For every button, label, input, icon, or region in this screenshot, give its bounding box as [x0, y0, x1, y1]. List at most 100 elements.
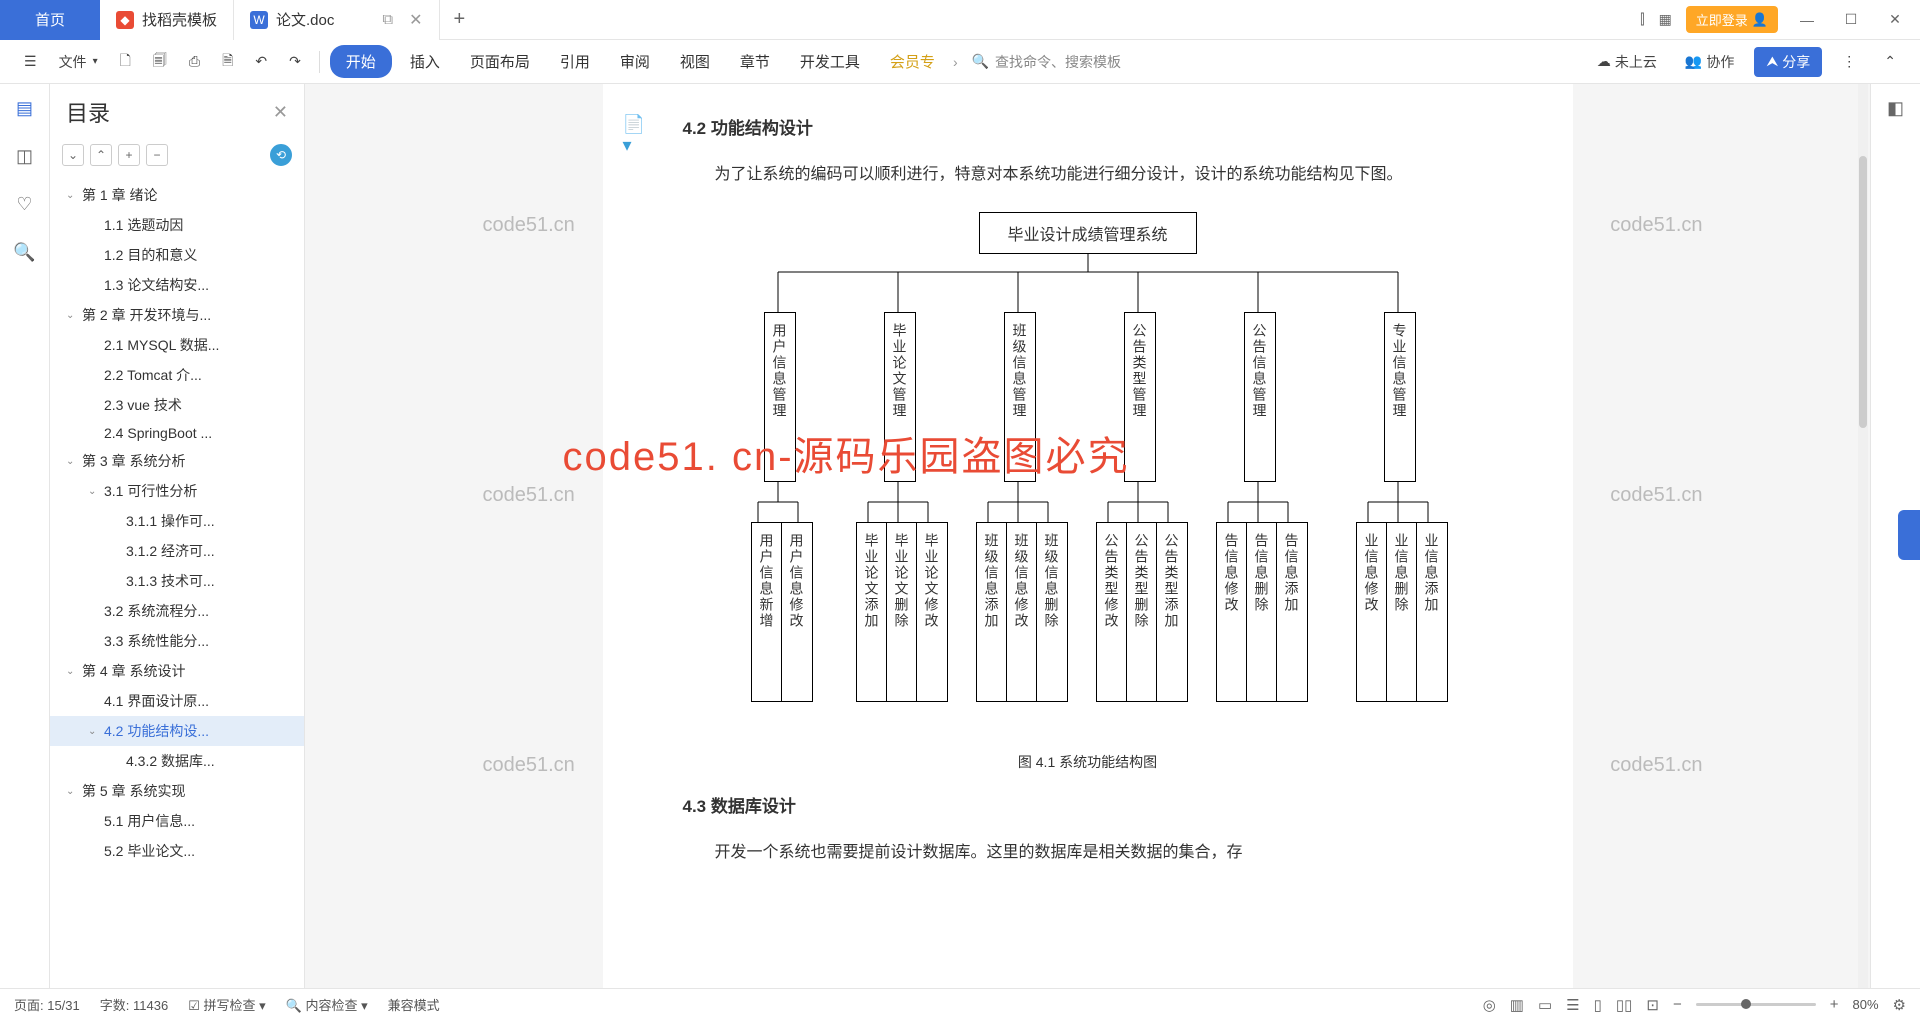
search-input[interactable]: 🔍 查找命令、搜索模板	[972, 52, 1121, 72]
scroll-thumb[interactable]	[1859, 156, 1867, 427]
outline-item[interactable]: 2.4 SpringBoot ...	[50, 420, 304, 446]
tab-document[interactable]: W 论文.doc ⧉ ✕	[234, 0, 439, 40]
redo-icon[interactable]: ↷	[281, 47, 309, 76]
outline-item-label: 3.1.3 技术可...	[126, 571, 215, 591]
outline-item[interactable]: ⌄4.2 功能结构设...	[50, 716, 304, 746]
outline-item[interactable]: ⌄3.1 可行性分析	[50, 476, 304, 506]
circle-icon[interactable]: ◎	[1483, 996, 1496, 1014]
watermark: code51.cn	[1610, 214, 1702, 237]
menu-layout[interactable]: 页面布局	[458, 45, 542, 78]
collab-button[interactable]: 👥 协作	[1677, 46, 1742, 78]
settings-icon[interactable]: ⚙	[1893, 996, 1906, 1014]
paragraph-icon[interactable]: 📄▾	[623, 114, 647, 138]
bookmark-icon[interactable]: ♡	[13, 192, 37, 216]
zoom-slider[interactable]	[1696, 1003, 1816, 1006]
apps-icon[interactable]: ▦	[1659, 11, 1672, 28]
outline-item[interactable]: 1.2 目的和意义	[50, 240, 304, 270]
zoom-thumb[interactable]	[1741, 999, 1751, 1009]
single-page-icon[interactable]: ▯	[1594, 996, 1602, 1014]
menu-vip[interactable]: 会员专	[878, 45, 947, 78]
menu-icon[interactable]: ☰	[16, 47, 45, 76]
collapse-all-icon[interactable]: ⌄	[62, 144, 84, 166]
outline-item[interactable]: 4.1 界面设计原...	[50, 686, 304, 716]
scrollbar[interactable]	[1858, 84, 1868, 988]
outline-item[interactable]: 2.2 Tomcat 介...	[50, 360, 304, 390]
zoom-level[interactable]: 80%	[1853, 997, 1879, 1012]
outline-item[interactable]: 4.3.2 数据库...	[50, 746, 304, 776]
tab-home[interactable]: 首页	[0, 0, 100, 40]
maximize-button[interactable]: ☐	[1836, 11, 1866, 28]
outline-item[interactable]: 1.1 选题动因	[50, 210, 304, 240]
preview-icon[interactable]: 🗎	[214, 44, 241, 80]
outline-item-label: 4.2 功能结构设...	[104, 721, 209, 741]
outline-item[interactable]: 3.3 系统性能分...	[50, 626, 304, 656]
outline-item[interactable]: 2.3 vue 技术	[50, 390, 304, 420]
outline-close-icon[interactable]: ✕	[273, 102, 288, 123]
two-page-icon[interactable]: ▯▯	[1616, 996, 1633, 1014]
minimize-button[interactable]: —	[1792, 12, 1822, 28]
outline-item[interactable]: 3.1.3 技术可...	[50, 566, 304, 596]
outline-item[interactable]: 5.1 用户信息...	[50, 806, 304, 836]
print-icon[interactable]: ⎙	[181, 47, 208, 76]
undo-icon[interactable]: ↶	[247, 47, 275, 76]
stats-icon[interactable]: ◫	[13, 144, 37, 168]
outline-item[interactable]: ⌄第 1 章 绪论	[50, 180, 304, 210]
outline-item-label: 3.1 可行性分析	[104, 481, 197, 501]
zoom-in-icon[interactable]: +	[1830, 996, 1839, 1013]
chevron-down-icon: ⌄	[66, 786, 78, 797]
paragraph: 开发一个系统也需要提前设计数据库。这里的数据库是相关数据的集合，存	[683, 835, 1493, 870]
paragraph: 为了让系统的编码可以顺利进行，特意对本系统功能进行细分设计，设计的系统功能结构见…	[683, 157, 1493, 192]
view-outline-icon[interactable]: ☰	[1566, 996, 1579, 1014]
side-tab[interactable]	[1898, 510, 1920, 560]
share-button[interactable]: ⮝ 分享	[1754, 47, 1822, 77]
outline-item[interactable]: ⌄第 3 章 系统分析	[50, 446, 304, 476]
outline-item[interactable]: ⌄第 5 章 系统实现	[50, 776, 304, 806]
remove-icon[interactable]: −	[146, 144, 168, 166]
word-count[interactable]: 字数: 11436	[100, 995, 168, 1014]
menu-chapter[interactable]: 章节	[728, 45, 782, 78]
close-button[interactable]: ✕	[1880, 11, 1910, 28]
menu-review[interactable]: 审阅	[608, 45, 662, 78]
outline-icon[interactable]: ▤	[13, 96, 37, 120]
chevron-right-icon[interactable]: ›	[953, 54, 958, 70]
menu-insert[interactable]: 插入	[398, 45, 452, 78]
more-icon[interactable]: ⋮	[1834, 47, 1864, 76]
outline-item[interactable]: 5.2 毕业论文...	[50, 836, 304, 866]
outline-item[interactable]: 3.2 系统流程分...	[50, 596, 304, 626]
compat-mode[interactable]: 兼容模式	[388, 995, 440, 1014]
zoom-out-icon[interactable]: −	[1673, 996, 1682, 1013]
outline-item[interactable]: ⌄第 4 章 系统设计	[50, 656, 304, 686]
expand-all-icon[interactable]: ⌃	[90, 144, 112, 166]
login-button[interactable]: 立即登录👤	[1686, 6, 1778, 33]
outline-item[interactable]: ⌄第 2 章 开发环境与...	[50, 300, 304, 330]
menu-start[interactable]: 开始	[330, 45, 392, 78]
cloud-status[interactable]: ☁ 未上云	[1589, 46, 1665, 78]
detach-icon[interactable]: ⧉	[382, 11, 393, 28]
toggle-panel-icon[interactable]: ◧	[1884, 96, 1908, 120]
outline-item[interactable]: 3.1.1 操作可...	[50, 506, 304, 536]
outline-item[interactable]: 1.3 论文结构安...	[50, 270, 304, 300]
spellcheck-button[interactable]: ☑ 拼写检查 ▾	[188, 995, 265, 1014]
fit-icon[interactable]: ⊡	[1646, 996, 1659, 1014]
add-icon[interactable]: +	[118, 144, 140, 166]
view-web-icon[interactable]: ▭	[1538, 996, 1552, 1014]
outline-item[interactable]: 3.1.2 经济可...	[50, 536, 304, 566]
document-area[interactable]: 📄▾ 4.2 功能结构设计 为了让系统的编码可以顺利进行，特意对本系统功能进行细…	[305, 84, 1870, 988]
menu-ref[interactable]: 引用	[548, 45, 602, 78]
outline-item[interactable]: 2.1 MYSQL 数据...	[50, 330, 304, 360]
page-indicator[interactable]: 页面: 15/31	[14, 995, 80, 1014]
open-icon[interactable]: 🗐	[145, 44, 175, 80]
view-layout-icon[interactable]: ▥	[1510, 996, 1524, 1014]
tab-template[interactable]: ◆ 找稻壳模板	[100, 0, 234, 40]
collapse-icon[interactable]: ⌃	[1876, 47, 1904, 76]
menu-dev[interactable]: 开发工具	[788, 45, 872, 78]
close-icon[interactable]: ✕	[409, 10, 422, 30]
sync-icon[interactable]: ⟲	[270, 144, 292, 166]
split-icon[interactable]: ⫿	[1640, 11, 1644, 28]
search-rail-icon[interactable]: 🔍	[13, 240, 37, 264]
content-check-button[interactable]: 🔍 内容检查 ▾	[286, 995, 368, 1014]
menu-view[interactable]: 视图	[668, 45, 722, 78]
tab-add[interactable]: +	[440, 8, 480, 31]
new-icon[interactable]: 🗋	[112, 44, 139, 80]
file-menu[interactable]: 文件▾	[51, 46, 106, 78]
